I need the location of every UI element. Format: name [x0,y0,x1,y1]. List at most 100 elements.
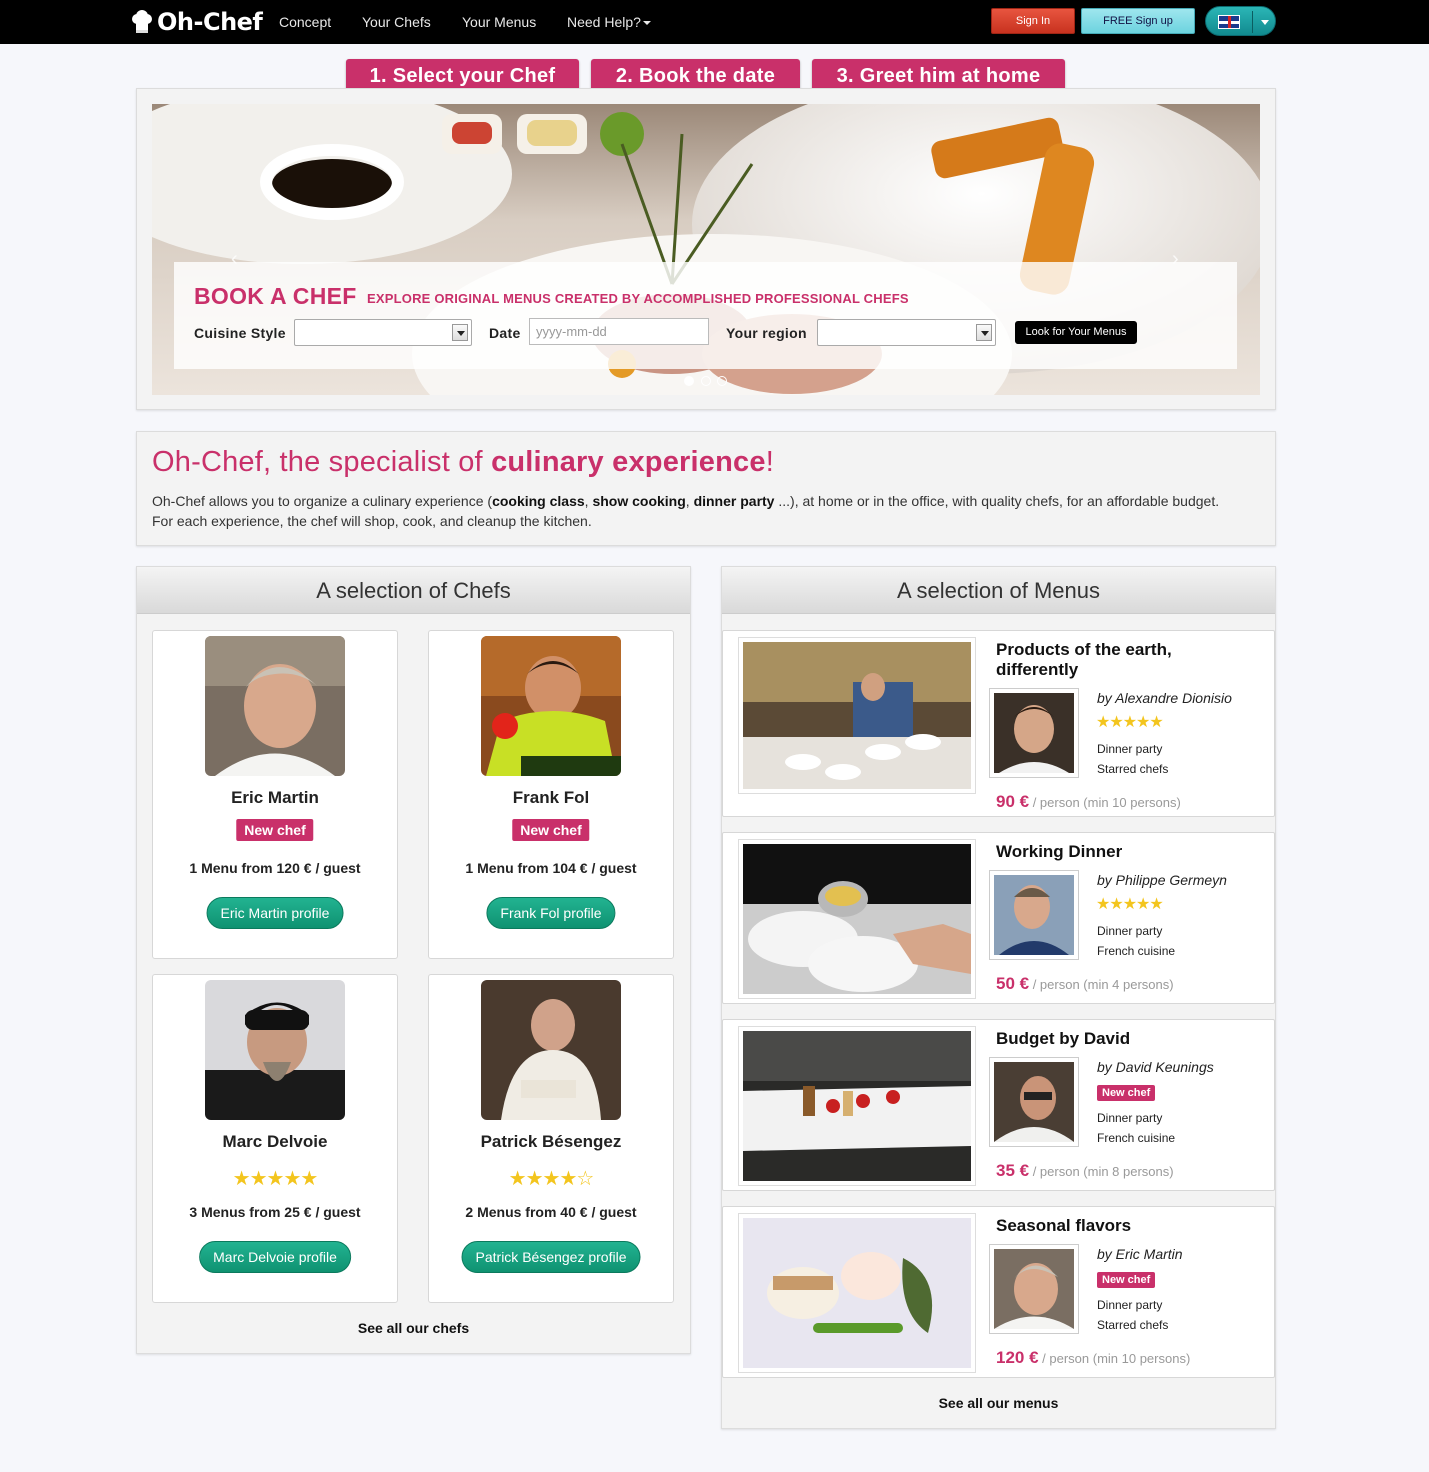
menu-chef-photo[interactable] [989,688,1079,778]
chef-card: Patrick Bésengez ★★★★☆ 2 Menus from 40 €… [428,974,674,1303]
new-chef-badge: New chef [236,819,314,841]
menu-chef-name: by Philippe Germeyn [1097,872,1227,888]
menu-price-value: 120 € [996,1348,1039,1367]
carousel-dot[interactable] [701,376,711,386]
look-for-menus-button[interactable]: Look for Your Menus [1015,321,1137,344]
free-sign-up-button[interactable]: FREE Sign up [1081,8,1195,34]
menu-title[interactable]: Products of the earth, differently [996,640,1256,680]
intro-title-a: Oh-Chef, the specialist of [152,446,492,478]
chef-profile-button[interactable]: Marc Delvoie profile [199,1241,351,1273]
see-all-menus-link[interactable]: See all our menus [722,1395,1275,1411]
brand-name: Oh-Chef [157,8,263,36]
menu-price: 50 € / person (min 4 persons) [996,974,1174,994]
intro-title-c: ! [765,446,774,478]
menu-chef-name: by Alexandre Dionisio [1097,690,1232,706]
book-chef-subtitle: EXPLORE ORIGINAL MENUS CREATED BY ACCOMP… [367,291,909,306]
chef-price: 3 Menus from 25 € / guest [189,1204,361,1220]
chef-photo[interactable] [481,636,621,776]
menu-tag: Starred chefs [1097,762,1169,776]
intro-text-a: Oh-Chef allows you to organize a culinar… [152,493,493,509]
menu-chef-photo[interactable] [989,1057,1079,1147]
sign-in-button[interactable]: Sign In [991,8,1075,34]
chef-profile-button[interactable]: Eric Martin profile [206,897,344,929]
new-chef-badge: New chef [1097,1085,1156,1101]
menu-tag: Starred chefs [1097,1318,1169,1332]
book-chef-search-box [174,262,1237,369]
chef-hat-icon [131,10,153,34]
brand-logo[interactable]: Oh-Chef [131,8,263,36]
chef-name: Frank Fol [512,788,590,807]
menu-chef-name: by David Keunings [1097,1059,1214,1075]
chef-card: Marc Delvoie ★★★★★ 3 Menus from 25 € / g… [152,974,398,1303]
new-chef-badge: New chef [1097,1272,1156,1288]
menu-tag: French cuisine [1097,1131,1176,1145]
intro-text: Oh-Chef allows you to organize a culinar… [152,491,1262,531]
menu-price: 90 € / person (min 10 persons) [996,792,1181,812]
intro-text-f: dinner party [693,493,775,509]
menu-photo[interactable] [738,637,976,794]
chef-photo[interactable] [205,636,345,776]
menu-price: 120 € / person (min 10 persons) [996,1348,1190,1368]
intro-text-g: ...), at home or in the office, with qua… [774,493,1220,509]
menu-price: 35 € / person (min 8 persons) [996,1161,1174,1181]
nav-need-help-label: Need Help? [567,14,641,30]
menu-price-unit: / person (min 4 persons) [1029,977,1174,992]
carousel-dot[interactable] [717,376,727,386]
intro-text-d: show cooking [592,493,686,509]
chef-price: 2 Menus from 40 € / guest [465,1204,637,1220]
chef-profile-button[interactable]: Patrick Bésengez profile [461,1241,641,1273]
menus-section-title: A selection of Menus [722,567,1275,614]
menu-price-unit: / person (min 10 persons) [1038,1351,1191,1366]
menu-rating-stars: ★★★★★ [1096,714,1164,731]
menu-tag: Dinner party [1097,924,1163,938]
see-all-chefs-link[interactable]: See all our chefs [137,1320,690,1336]
date-input[interactable]: yyyy-mm-dd [529,318,709,345]
menu-photo[interactable] [738,1026,976,1186]
language-selector[interactable] [1205,6,1276,36]
nav-concept[interactable]: Concept [279,14,331,30]
menu-card: Working Dinner by Philippe Germeyn ★★★★★… [722,832,1275,1004]
nav-your-chefs[interactable]: Your Chefs [362,14,431,30]
intro-paragraph-1: Oh-Chef allows you to organize a culinar… [152,491,1262,511]
chef-card: Frank Fol New chef 1 Menu from 104 € / g… [428,630,674,959]
select-arrow-icon [976,324,992,341]
menu-title[interactable]: Budget by David [996,1029,1256,1049]
intro-title: Oh-Chef, the specialist of culinary expe… [152,446,774,479]
chefs-section-title: A selection of Chefs [137,567,690,614]
uk-flag-icon [1218,15,1240,29]
menu-price-value: 50 € [996,974,1030,993]
select-arrow-icon [452,324,468,341]
chef-name: Marc Delvoie [222,1132,328,1151]
menu-tag: French cuisine [1097,944,1176,958]
menu-price-value: 90 € [996,792,1030,811]
menu-photo[interactable] [738,839,976,999]
region-label: Your region [726,325,807,341]
menu-tag: Dinner party [1097,1298,1163,1312]
chef-rating-stars: ★★★★☆ [508,1168,595,1190]
menu-price-unit: / person (min 8 persons) [1029,1164,1174,1179]
menu-chef-photo[interactable] [989,870,1079,960]
nav-need-help[interactable]: Need Help? [567,14,651,30]
caret-down-icon [642,21,651,26]
chef-name: Patrick Bésengez [480,1132,622,1151]
intro-text-e: , [685,493,694,509]
chef-name: Eric Martin [231,788,319,807]
menu-photo[interactable] [738,1213,976,1373]
menu-card: Products of the earth, differently by Al… [722,630,1275,817]
top-navbar: Oh-Chef Concept Your Chefs Your Menus Ne… [0,0,1429,44]
cuisine-style-select[interactable] [294,319,472,346]
chef-profile-button[interactable]: Frank Fol profile [486,897,616,929]
menu-chef-photo[interactable] [989,1244,1079,1334]
cuisine-style-label: Cuisine Style [194,325,286,341]
intro-paragraph-2: For each experience, the chef will shop,… [152,513,592,529]
region-select[interactable] [817,319,996,346]
nav-your-menus[interactable]: Your Menus [462,14,536,30]
chef-photo[interactable] [481,980,621,1120]
menu-title[interactable]: Working Dinner [996,842,1256,862]
intro-text-b: cooking class [492,493,585,509]
caret-down-icon [1261,20,1269,25]
chef-photo[interactable] [205,980,345,1120]
carousel-dot-active[interactable] [684,376,694,386]
menu-title[interactable]: Seasonal flavors [996,1216,1256,1236]
book-chef-title: BOOK A CHEF [194,283,357,309]
